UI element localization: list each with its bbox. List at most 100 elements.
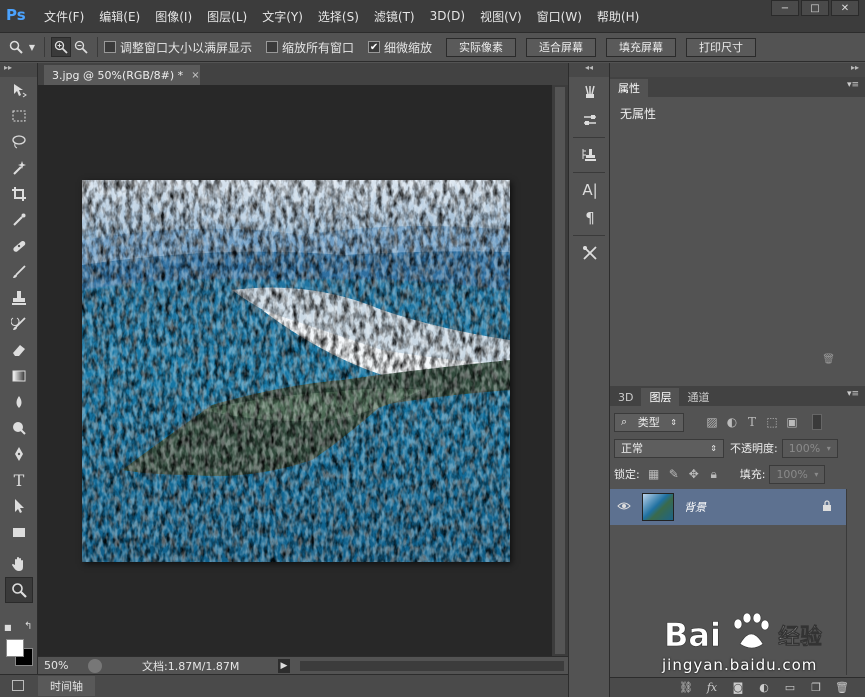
maximize-button[interactable]: □ <box>801 0 829 16</box>
zoom-all-checkbox[interactable] <box>266 41 279 53</box>
foreground-color-swatch[interactable] <box>6 639 24 657</box>
healing-brush-tool-icon[interactable] <box>5 233 33 259</box>
marquee-tool-icon[interactable] <box>5 103 33 129</box>
document-close-icon[interactable]: × <box>191 70 199 81</box>
document-tab[interactable]: 3.jpg @ 50%(RGB/8#) * × <box>44 65 200 85</box>
status-info-icon[interactable] <box>88 658 102 673</box>
filter-shape-icon[interactable]: ⬚ <box>762 413 782 431</box>
canvas-area[interactable] <box>38 85 552 656</box>
menu-filter[interactable]: 滤镜(T) <box>374 8 415 25</box>
default-colors-icon[interactable]: ■ <box>4 623 14 633</box>
resize-windows-checkbox[interactable] <box>104 41 116 53</box>
document-image[interactable] <box>82 180 510 562</box>
new-group-icon[interactable]: ▭ <box>777 681 803 694</box>
lock-position-icon[interactable]: ✥ <box>684 465 704 483</box>
fill-input[interactable]: 100% ▾ <box>769 464 826 484</box>
move-tool-icon[interactable] <box>5 77 33 103</box>
collapse-tools-icon[interactable]: ▸▸ <box>0 63 37 77</box>
collapse-panels-icon[interactable]: ◂◂ <box>569 63 609 77</box>
lock-all-icon[interactable]: 🔒︎ <box>704 465 724 483</box>
lock-transparent-icon[interactable]: ▦ <box>644 465 664 483</box>
menu-layer[interactable]: 图层(L) <box>207 8 247 25</box>
zoom-tool-icon[interactable] <box>5 577 33 603</box>
clone-source-icon[interactable] <box>575 142 605 168</box>
layer-filter-dropdown[interactable]: ⌕ 类型 ⇕ <box>614 412 684 432</box>
zoom-out-icon[interactable] <box>71 37 91 57</box>
preset-dropdown-icon[interactable]: ▼ <box>26 37 38 57</box>
zoom-all-option[interactable]: 缩放所有窗口 <box>266 39 354 56</box>
timeline-tab[interactable]: 时间轴 <box>38 676 95 696</box>
dodge-tool-icon[interactable] <box>5 415 33 441</box>
fill-screen-button[interactable]: 填充屏幕 <box>606 37 677 57</box>
menu-file[interactable]: 文件(F) <box>44 8 84 25</box>
resize-windows-option[interactable]: 调整窗口大小以满屏显示 <box>104 39 252 56</box>
clone-stamp-tool-icon[interactable] <box>5 285 33 311</box>
blur-tool-icon[interactable] <box>5 389 33 415</box>
close-button[interactable]: ✕ <box>831 0 859 16</box>
tab-channels[interactable]: 通道 <box>679 388 717 406</box>
link-layers-icon[interactable]: ⛓ <box>673 681 699 694</box>
tab-3d[interactable]: 3D <box>610 388 641 406</box>
menu-edit[interactable]: 编辑(E) <box>99 8 140 25</box>
character-panel-icon[interactable]: A| <box>575 177 605 203</box>
opacity-input[interactable]: 100% ▾ <box>781 438 838 458</box>
type-tool-icon[interactable]: T <box>5 467 33 493</box>
lock-image-icon[interactable]: ✎ <box>664 465 684 483</box>
swap-colors-icon[interactable]: ↰ <box>24 621 32 632</box>
crop-tool-icon[interactable] <box>5 181 33 207</box>
eraser-tool-icon[interactable] <box>5 337 33 363</box>
new-layer-icon[interactable]: ❐ <box>803 681 829 694</box>
layers-panel-menu-icon[interactable]: ▾≡ <box>847 389 859 399</box>
add-mask-icon[interactable]: ◙ <box>725 681 751 694</box>
scrollbar-thumb[interactable] <box>555 87 565 654</box>
timeline-panel-icon[interactable] <box>12 680 24 691</box>
menu-help[interactable]: 帮助(H) <box>597 8 639 25</box>
actual-pixels-button[interactable]: 实际像素 <box>446 37 517 57</box>
print-size-button[interactable]: 打印尺寸 <box>686 37 757 57</box>
filter-adjustment-icon[interactable]: ◐ <box>722 413 742 431</box>
pen-tool-icon[interactable] <box>5 441 33 467</box>
scrubby-zoom-checkbox[interactable]: ✔ <box>368 41 381 53</box>
delete-layer-icon[interactable]: 🗑 <box>829 681 855 694</box>
path-selection-tool-icon[interactable] <box>5 493 33 519</box>
layer-name[interactable]: 背景 <box>684 499 822 515</box>
zoom-tool-preset-icon[interactable] <box>6 37 26 57</box>
tab-layers[interactable]: 图层 <box>641 388 680 406</box>
layers-scrollbar[interactable] <box>846 489 865 675</box>
eyedropper-tool-icon[interactable] <box>5 207 33 233</box>
scrubby-zoom-option[interactable]: ✔ 细微缩放 <box>368 39 432 56</box>
gradient-tool-icon[interactable] <box>5 363 33 389</box>
brush-presets-icon[interactable] <box>575 79 605 105</box>
tool-presets-icon[interactable] <box>575 240 605 266</box>
zoom-in-icon[interactable] <box>51 37 71 57</box>
filter-pixel-icon[interactable]: ▨ <box>702 413 722 431</box>
menu-image[interactable]: 图像(I) <box>155 8 192 25</box>
brush-tool-icon[interactable] <box>5 259 33 285</box>
history-brush-tool-icon[interactable] <box>5 311 33 337</box>
panel-menu-icon[interactable]: ▾≡ <box>847 80 859 90</box>
zoom-percentage[interactable]: 50% <box>38 659 88 672</box>
lasso-tool-icon[interactable] <box>5 129 33 155</box>
status-menu-arrow-icon[interactable]: ▶ <box>278 658 290 673</box>
canvas-vertical-scrollbar[interactable] <box>552 85 568 656</box>
menu-window[interactable]: 窗口(W) <box>537 8 582 25</box>
blend-mode-dropdown[interactable]: 正常 ⇕ <box>614 438 724 458</box>
menu-3d[interactable]: 3D(D) <box>430 9 465 23</box>
menu-type[interactable]: 文字(Y) <box>262 8 303 25</box>
magic-wand-tool-icon[interactable] <box>5 155 33 181</box>
filter-type-icon[interactable]: T <box>742 413 762 431</box>
canvas-horizontal-scrollbar[interactable] <box>300 660 564 671</box>
filter-smartobject-icon[interactable]: ▣ <box>782 413 802 431</box>
layer-style-icon[interactable]: fx <box>699 681 725 694</box>
menu-select[interactable]: 选择(S) <box>318 8 359 25</box>
filter-toggle[interactable] <box>812 414 822 430</box>
adjustment-layer-icon[interactable]: ◐ <box>751 681 777 694</box>
collapse-right-panels-icon[interactable]: ▸▸ <box>610 63 865 77</box>
eye-icon[interactable] <box>610 500 638 514</box>
menu-view[interactable]: 视图(V) <box>480 8 522 25</box>
brush-settings-icon[interactable] <box>575 107 605 133</box>
hand-tool-icon[interactable] <box>5 551 33 577</box>
fit-screen-button[interactable]: 适合屏幕 <box>526 37 597 57</box>
minimize-button[interactable]: − <box>771 0 799 16</box>
layer-row[interactable]: 背景 <box>610 489 846 525</box>
